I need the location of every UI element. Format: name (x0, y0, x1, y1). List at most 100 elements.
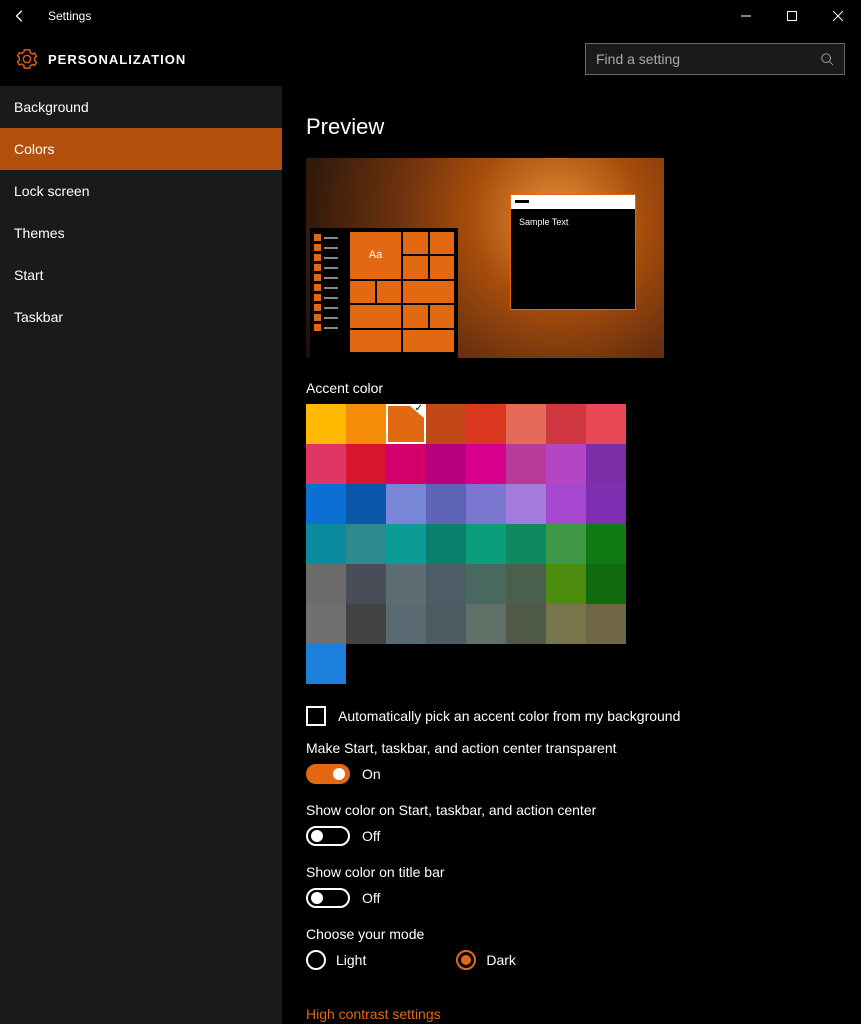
accent-swatch[interactable] (306, 444, 346, 484)
toggle-setting: Make Start, taskbar, and action center t… (306, 740, 861, 784)
accent-swatch[interactable] (426, 524, 466, 564)
accent-swatch[interactable] (386, 484, 426, 524)
arrow-left-icon (13, 9, 27, 23)
accent-swatch[interactable] (466, 524, 506, 564)
gear-icon (16, 48, 38, 70)
accent-swatch[interactable] (306, 604, 346, 644)
accent-swatch[interactable] (506, 484, 546, 524)
close-button[interactable] (815, 0, 861, 32)
maximize-button[interactable] (769, 0, 815, 32)
accent-color-label: Accent color (306, 380, 861, 396)
toggle-switch[interactable] (306, 764, 350, 784)
radio-label: Light (336, 952, 366, 968)
accent-swatch[interactable] (306, 484, 346, 524)
accent-swatch[interactable] (586, 404, 626, 444)
preview-tile (430, 305, 455, 327)
mode-option-dark[interactable]: Dark (456, 950, 516, 970)
accent-swatch[interactable] (426, 444, 466, 484)
search-input[interactable]: Find a setting (585, 43, 845, 75)
accent-swatch[interactable] (386, 604, 426, 644)
accent-swatch[interactable] (506, 564, 546, 604)
preview-heading: Preview (306, 114, 861, 140)
preview-tile (350, 281, 375, 303)
accent-swatch[interactable] (586, 524, 626, 564)
toggle-label: Show color on title bar (306, 864, 861, 880)
accent-swatch[interactable] (546, 604, 586, 644)
sidebar-item-background[interactable]: Background (0, 86, 282, 128)
accent-color-grid (306, 404, 626, 684)
accent-swatch[interactable] (546, 404, 586, 444)
sidebar-item-colors[interactable]: Colors (0, 128, 282, 170)
minimize-button[interactable] (723, 0, 769, 32)
accent-swatch[interactable] (306, 564, 346, 604)
content: Preview Aa (282, 86, 861, 1024)
mode-option-light[interactable]: Light (306, 950, 366, 970)
window-controls (723, 0, 861, 32)
accent-swatch[interactable] (386, 444, 426, 484)
preview-panel: Aa Sam (306, 158, 664, 358)
toggle-switch[interactable] (306, 826, 350, 846)
mode-setting: Choose your mode Light Dark (306, 926, 861, 970)
accent-swatch[interactable] (586, 444, 626, 484)
accent-swatch[interactable] (466, 564, 506, 604)
toggle-switch[interactable] (306, 888, 350, 908)
high-contrast-link[interactable]: High contrast settings (306, 1006, 441, 1022)
preview-tile (403, 305, 428, 327)
accent-swatch[interactable] (346, 564, 386, 604)
accent-swatch[interactable] (346, 404, 386, 444)
radio-button[interactable] (456, 950, 476, 970)
toggle-label: Make Start, taskbar, and action center t… (306, 740, 861, 756)
sidebar-item-themes[interactable]: Themes (0, 212, 282, 254)
accent-swatch[interactable] (306, 404, 346, 444)
accent-swatch[interactable] (546, 564, 586, 604)
close-icon (833, 11, 843, 21)
accent-swatch[interactable] (426, 484, 466, 524)
accent-swatch[interactable] (346, 604, 386, 644)
preview-tile (403, 256, 428, 278)
accent-swatch[interactable] (386, 404, 426, 444)
accent-swatch[interactable] (466, 404, 506, 444)
accent-swatch[interactable] (506, 604, 546, 644)
accent-swatch[interactable] (546, 484, 586, 524)
back-button[interactable] (0, 0, 40, 32)
preview-window-titlebar (511, 195, 635, 209)
toggle-label: Show color on Start, taskbar, and action… (306, 802, 861, 818)
accent-swatch[interactable] (306, 644, 346, 684)
accent-swatch[interactable] (466, 444, 506, 484)
accent-swatch[interactable] (586, 604, 626, 644)
accent-swatch[interactable] (546, 524, 586, 564)
accent-swatch[interactable] (586, 484, 626, 524)
accent-swatch[interactable] (506, 524, 546, 564)
accent-swatch[interactable] (466, 604, 506, 644)
accent-swatch[interactable] (386, 524, 426, 564)
accent-swatch[interactable] (386, 564, 426, 604)
search-placeholder: Find a setting (596, 51, 820, 67)
accent-swatch[interactable] (346, 484, 386, 524)
accent-swatch[interactable] (306, 524, 346, 564)
preview-tile (403, 232, 428, 254)
accent-swatch[interactable] (466, 484, 506, 524)
accent-swatch[interactable] (506, 404, 546, 444)
preview-tile (350, 330, 401, 352)
mode-options: Light Dark (306, 950, 861, 970)
radio-button[interactable] (306, 950, 326, 970)
auto-accent-label: Automatically pick an accent color from … (338, 708, 680, 724)
auto-accent-row[interactable]: Automatically pick an accent color from … (306, 706, 861, 726)
preview-window: Sample Text (510, 194, 636, 310)
sidebar-item-start[interactable]: Start (0, 254, 282, 296)
accent-swatch[interactable] (346, 444, 386, 484)
accent-swatch[interactable] (426, 404, 466, 444)
accent-swatch[interactable] (546, 444, 586, 484)
sidebar-item-taskbar[interactable]: Taskbar (0, 296, 282, 338)
sidebar-item-lock-screen[interactable]: Lock screen (0, 170, 282, 212)
accent-swatch[interactable] (426, 564, 466, 604)
search-icon (820, 52, 834, 66)
accent-swatch[interactable] (346, 524, 386, 564)
accent-swatch[interactable] (426, 604, 466, 644)
radio-label: Dark (486, 952, 516, 968)
section-title: PERSONALIZATION (48, 52, 186, 67)
accent-swatch[interactable] (506, 444, 546, 484)
accent-swatch[interactable] (586, 564, 626, 604)
auto-accent-checkbox[interactable] (306, 706, 326, 726)
preview-window-text: Sample Text (511, 209, 635, 235)
